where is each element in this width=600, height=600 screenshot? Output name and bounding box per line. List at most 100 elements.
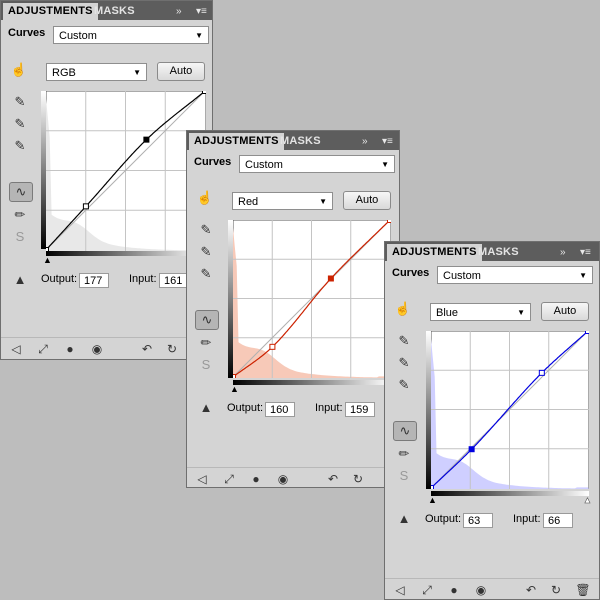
curve-control-point[interactable]: [269, 343, 276, 350]
tab-masks[interactable]: MASKS: [274, 133, 327, 150]
expand-view-icon[interactable]: ⤢: [419, 582, 435, 598]
target-adjust-icon[interactable]: ☝: [196, 189, 214, 207]
eyedropper-black-icon[interactable]: ✎: [11, 93, 29, 111]
clip-to-layer-icon[interactable]: ●: [62, 341, 78, 357]
curve-control-point[interactable]: [327, 275, 334, 282]
clip-to-layer-icon[interactable]: ●: [248, 471, 264, 487]
tab-masks[interactable]: MASKS: [472, 244, 525, 261]
input-label: Input:: [129, 273, 157, 285]
curve-graph[interactable]: [431, 331, 589, 489]
input-field[interactable]: 161: [159, 273, 189, 288]
back-icon[interactable]: ◁: [392, 582, 408, 598]
chevron-down-icon: ▼: [319, 197, 327, 206]
channel-dropdown[interactable]: Blue ▼: [430, 303, 531, 321]
chevron-down-icon: ▼: [133, 68, 141, 77]
visibility-eye-icon[interactable]: ◉: [473, 582, 489, 598]
tab-adjustments[interactable]: ADJUSTMENTS: [189, 133, 284, 150]
pencil-tool-icon[interactable]: ✏: [11, 206, 29, 224]
previous-state-icon[interactable]: ↶: [139, 341, 155, 357]
previous-state-icon[interactable]: ↶: [325, 471, 341, 487]
histogram-warning-icon[interactable]: ▲: [11, 271, 29, 289]
input-label: Input:: [315, 402, 343, 414]
eyedropper-black-icon[interactable]: ✎: [197, 221, 215, 239]
output-field[interactable]: 177: [79, 273, 109, 288]
chevron-down-icon: ▼: [517, 308, 525, 317]
pencil-tool-icon[interactable]: ✏: [197, 334, 215, 352]
curve-control-point[interactable]: [233, 374, 236, 379]
adjustment-type-label: Curves: [194, 156, 232, 168]
smooth-tool-icon[interactable]: S: [395, 467, 413, 485]
tab-adjustments[interactable]: ADJUSTMENTS: [3, 3, 98, 20]
eyedropper-white-icon[interactable]: ✎: [395, 376, 413, 394]
curve-graph[interactable]: [46, 91, 206, 251]
panel-footer: ◁ ⤢ ● ◉ ↶ ↻ 🗑: [385, 578, 599, 599]
channel-dropdown[interactable]: RGB ▼: [46, 63, 147, 81]
black-point-slider[interactable]: ▲: [230, 384, 239, 394]
eyedropper-white-icon[interactable]: ✎: [11, 137, 29, 155]
reset-icon[interactable]: ↻: [164, 341, 180, 357]
previous-state-icon[interactable]: ↶: [523, 582, 539, 598]
smooth-tool-icon[interactable]: S: [11, 228, 29, 246]
collapse-icon[interactable]: »: [362, 133, 368, 150]
panel-menu-icon[interactable]: ▾≡: [196, 3, 207, 20]
histogram-warning-icon[interactable]: ▲: [395, 510, 413, 528]
input-field[interactable]: 66: [543, 513, 573, 528]
white-point-slider[interactable]: ▲: [583, 495, 592, 506]
visibility-eye-icon[interactable]: ◉: [89, 341, 105, 357]
clip-to-layer-icon[interactable]: ●: [446, 582, 462, 598]
curve-graph[interactable]: [233, 220, 391, 378]
panel-menu-icon[interactable]: ▾≡: [580, 244, 591, 261]
curve-control-point[interactable]: [143, 136, 150, 143]
collapse-icon[interactable]: »: [560, 244, 566, 261]
curve-tool-icon[interactable]: ∿: [9, 182, 33, 202]
curve-tool-icon[interactable]: ∿: [195, 310, 219, 330]
back-icon[interactable]: ◁: [194, 471, 210, 487]
target-adjust-icon[interactable]: ☝: [394, 300, 412, 318]
curves-panel-red: ADJUSTMENTS MASKS » ▾≡ Curves Custom ▼ ☝ …: [186, 130, 400, 488]
curve-control-point[interactable]: [538, 369, 545, 376]
panel-menu-icon[interactable]: ▾≡: [382, 133, 393, 150]
eyedropper-white-icon[interactable]: ✎: [197, 265, 215, 283]
preset-dropdown[interactable]: Custom ▼: [239, 155, 395, 173]
eyedropper-gray-icon[interactable]: ✎: [395, 354, 413, 372]
eyedropper-black-icon[interactable]: ✎: [395, 332, 413, 350]
curve-control-point[interactable]: [82, 203, 89, 210]
pencil-tool-icon[interactable]: ✏: [395, 445, 413, 463]
reset-icon[interactable]: ↻: [350, 471, 366, 487]
curve-tool-icon[interactable]: ∿: [393, 421, 417, 441]
collapse-icon[interactable]: »: [176, 3, 182, 20]
auto-button[interactable]: Auto: [157, 62, 205, 81]
back-icon[interactable]: ◁: [8, 341, 24, 357]
curve-control-point[interactable]: [387, 220, 392, 223]
curve-control-point[interactable]: [468, 446, 475, 453]
expand-view-icon[interactable]: ⤢: [221, 471, 237, 487]
output-field[interactable]: 63: [463, 513, 493, 528]
smooth-tool-icon[interactable]: S: [197, 356, 215, 374]
channel-dropdown[interactable]: Red ▼: [232, 192, 333, 210]
auto-button[interactable]: Auto: [541, 302, 589, 321]
input-field[interactable]: 159: [345, 402, 375, 417]
preset-dropdown[interactable]: Custom ▼: [437, 266, 593, 284]
preset-dropdown[interactable]: Custom ▼: [53, 26, 209, 44]
curve-control-point[interactable]: [202, 91, 207, 94]
output-field[interactable]: 160: [265, 402, 295, 417]
target-adjust-icon[interactable]: ☝: [10, 61, 28, 79]
eyedropper-gray-icon[interactable]: ✎: [197, 243, 215, 261]
adjustment-type-label: Curves: [392, 267, 430, 279]
histogram-warning-icon[interactable]: ▲: [197, 399, 215, 417]
auto-button[interactable]: Auto: [343, 191, 391, 210]
eyedropper-gray-icon[interactable]: ✎: [11, 115, 29, 133]
tab-masks[interactable]: MASKS: [88, 3, 141, 20]
delete-icon[interactable]: 🗑: [575, 582, 591, 598]
expand-view-icon[interactable]: ⤢: [35, 341, 51, 357]
curve-control-point[interactable]: [431, 485, 434, 490]
black-point-slider[interactable]: ▲: [428, 495, 437, 505]
panel-tabbar: ADJUSTMENTS MASKS » ▾≡: [385, 242, 599, 261]
reset-icon[interactable]: ↻: [548, 582, 564, 598]
panel-footer: ◁ ⤢ ● ◉ ↶ ↻: [1, 337, 212, 359]
tab-adjustments[interactable]: ADJUSTMENTS: [387, 244, 482, 261]
panel-tabbar: ADJUSTMENTS MASKS » ▾≡: [187, 131, 399, 150]
curve-control-point[interactable]: [585, 331, 590, 334]
black-point-slider[interactable]: ▲: [43, 255, 52, 265]
visibility-eye-icon[interactable]: ◉: [275, 471, 291, 487]
